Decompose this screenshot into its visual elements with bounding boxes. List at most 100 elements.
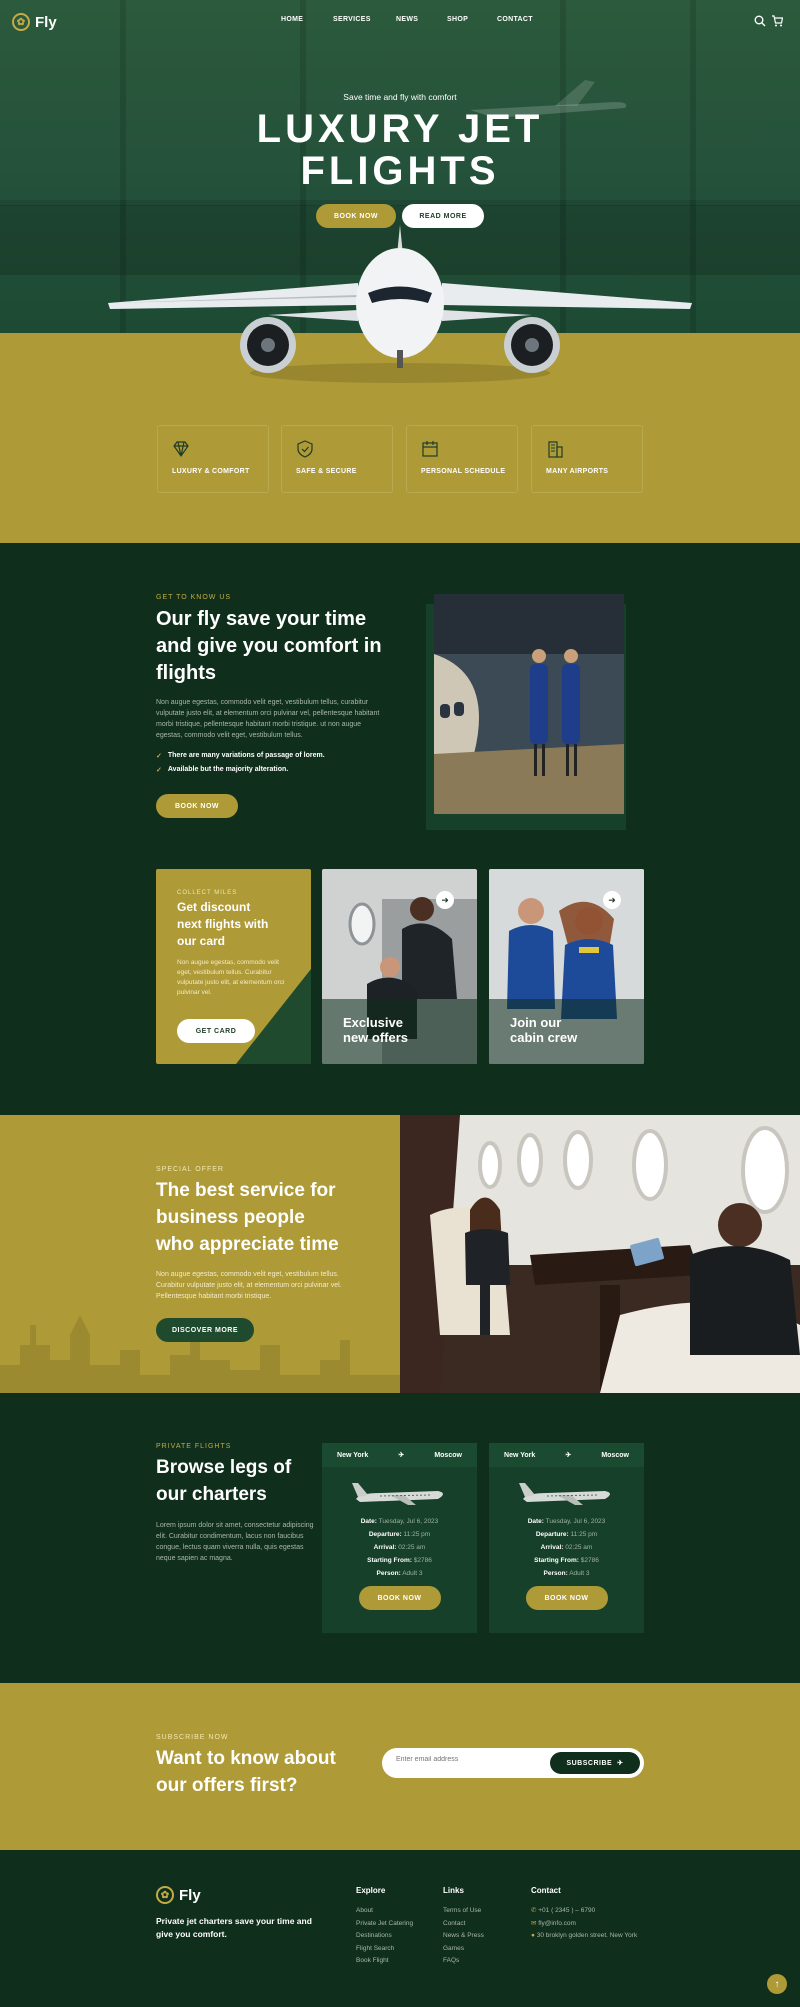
links-title: Links — [443, 1886, 464, 1895]
ticket-price: Starting From: $2786 — [534, 1557, 599, 1564]
ticket-person: Person: Adult 3 — [376, 1570, 423, 1577]
ticket-book-now-button[interactable]: BOOK NOW — [358, 1586, 441, 1610]
contact-title: Contact — [531, 1886, 561, 1895]
miles-title-line2: next flights with — [177, 917, 269, 931]
footer-link[interactable]: FAQs — [443, 1955, 484, 1968]
arrow-right-icon[interactable]: ➜ — [436, 891, 454, 909]
about-title-line3: flights — [156, 662, 216, 684]
subscribe-label: SUBSCRIBE — [566, 1759, 613, 1767]
arrow-right-icon[interactable]: ➜ — [603, 891, 621, 909]
private-title: Browse legs of our charters — [156, 1454, 291, 1508]
special-title-line3: who appreciate time — [156, 1234, 339, 1255]
miles-paragraph: Non augue egestas, commodo velit eget, v… — [177, 959, 285, 997]
feature-safe: SAFE & SECURE — [281, 425, 393, 493]
subscribe-title-line2: our offers first? — [156, 1775, 298, 1796]
nav-shop[interactable]: SHOP — [447, 16, 468, 23]
footer-contact: Contact ✆ +01 ( 2345 ) – 6790 ✉ fly@info… — [531, 1886, 637, 1943]
logo[interactable]: ✿ Fly — [12, 13, 57, 31]
footer-tagline-line1: Private jet charters save your time and — [156, 1916, 312, 1926]
about-title-line2: and give you comfort in — [156, 635, 382, 657]
nav-services[interactable]: SERVICES — [333, 16, 371, 23]
plane-icon: ✈ — [398, 1452, 405, 1459]
special-offer-section — [0, 1115, 800, 1393]
contact-address: ● 30 broklyn golden street. New York — [531, 1932, 638, 1939]
private-eyebrow: PRIVATE FLIGHTS — [156, 1443, 232, 1450]
ticket-date: Date: Tuesday, Jul 6, 2023 — [360, 1518, 439, 1525]
email-input[interactable] — [396, 1756, 536, 1763]
subscribe-button[interactable]: SUBSCRIBE ✈ — [550, 1752, 640, 1774]
about-eyebrow: GET TO KNOW US — [156, 594, 232, 601]
cart-icon[interactable] — [771, 15, 783, 27]
footer-link[interactable]: Contact — [443, 1918, 484, 1931]
offers-line1: Exclusive — [343, 1015, 403, 1030]
private-jet-image — [518, 1483, 610, 1505]
footer-link[interactable]: Games — [443, 1943, 484, 1956]
nav-home[interactable]: HOME — [281, 16, 303, 23]
ticket-route: New York ✈ Moscow — [489, 1443, 644, 1467]
ticket-card: New York ✈ Moscow Date: Tuesday, Jul 6, … — [322, 1443, 477, 1633]
location-icon: ● — [531, 1932, 535, 1939]
about-title-line1: Our fly save your time — [156, 608, 367, 630]
feature-label: LUXURY & COMFORT — [172, 468, 250, 475]
crew-line1: Join our — [510, 1015, 562, 1030]
about-book-now-button[interactable]: BOOK NOW — [156, 794, 238, 818]
footer-link[interactable]: Destinations — [356, 1930, 413, 1943]
offers-card[interactable]: ➜ Exclusive new offers — [322, 869, 477, 1064]
get-card-button[interactable]: GET CARD — [177, 1019, 255, 1043]
nav-contact[interactable]: CONTACT — [497, 16, 533, 23]
contact-phone[interactable]: ✆ +01 ( 2345 ) – 6790 — [531, 1905, 637, 1918]
check-icon: ✓ — [156, 753, 162, 760]
top-nav: ✿ Fly HOME SERVICES NEWS SHOP CONTACT — [0, 0, 800, 44]
subscribe-title: Want to know about our offers first? — [156, 1745, 336, 1799]
footer-logo-text: Fly — [179, 1886, 201, 1904]
crew-card[interactable]: ➜ Join our cabin crew — [489, 869, 644, 1064]
shield-icon — [297, 440, 313, 458]
feature-airports: MANY AIRPORTS — [531, 425, 643, 493]
footer-explore: Explore About Private Jet Catering Desti… — [356, 1886, 413, 1968]
crew-line2: cabin crew — [510, 1030, 578, 1045]
footer-tagline: Private jet charters save your time and … — [156, 1915, 312, 1941]
hero-title: LUXURY JET FLIGHTS — [0, 108, 800, 192]
ticket-from: New York — [504, 1451, 536, 1459]
explore-title: Explore — [356, 1886, 386, 1895]
scroll-top-button[interactable]: ↑ — [767, 1974, 787, 1994]
phone-icon: ✆ — [531, 1907, 537, 1914]
hero-title-line1: LUXURY JET — [256, 107, 544, 151]
contact-email[interactable]: ✉ fly@info.com — [531, 1918, 637, 1931]
feature-luxury: LUXURY & COMFORT — [157, 425, 269, 493]
crew-title: Join our cabin crew — [510, 1015, 577, 1045]
logo-text: Fly — [35, 13, 57, 31]
mail-icon: ✉ — [531, 1919, 537, 1927]
flight-attendants-image — [434, 594, 624, 814]
footer-link[interactable]: Flight Search — [356, 1943, 413, 1956]
footer-link[interactable]: About — [356, 1905, 413, 1918]
check-item: ✓ There are many variations of passage o… — [156, 752, 325, 760]
ticket-arrival: Arrival: 02:25 am — [373, 1544, 426, 1551]
subscribe-eyebrow: SUBSCRIBE NOW — [156, 1734, 229, 1741]
about-paragraph: Non augue egestas, commodo velit eget, v… — [156, 699, 380, 739]
miles-eyebrow: COLLECT MILES — [177, 890, 238, 896]
discover-more-button[interactable]: DISCOVER MORE — [156, 1318, 254, 1342]
search-icon[interactable] — [754, 15, 766, 27]
ticket-card: New York ✈ Moscow Date: Tuesday, Jul 6, … — [489, 1443, 644, 1633]
footer-link[interactable]: Terms of Use — [443, 1905, 484, 1918]
footer-link[interactable]: News & Press — [443, 1930, 484, 1943]
diamond-icon — [173, 441, 189, 458]
ticket-departure: Departure: 11:25 pm — [535, 1531, 598, 1538]
ticket-route: New York ✈ Moscow — [322, 1443, 477, 1467]
offers-title: Exclusive new offers — [343, 1015, 408, 1045]
footer-logo[interactable]: ✿ Fly — [156, 1886, 201, 1904]
plane-icon: ✈ — [565, 1452, 572, 1459]
miles-title: Get discount next flights with our card — [177, 899, 268, 950]
footer-link[interactable]: Private Jet Catering — [356, 1918, 413, 1931]
leaf-icon: ✿ — [12, 13, 30, 31]
footer-link[interactable]: Book Flight — [356, 1955, 413, 1968]
nav-news[interactable]: NEWS — [396, 16, 418, 23]
ticket-book-now-button[interactable]: BOOK NOW — [525, 1586, 608, 1610]
special-title-line1: The best service for — [156, 1180, 336, 1201]
special-paragraph: Non augue egestas, commodo velit eget, v… — [156, 1271, 342, 1300]
ticket-to: Moscow — [601, 1451, 629, 1459]
footer-links: Links Terms of Use Contact News & Press … — [443, 1886, 484, 1968]
check-item: ✓ Available but the majority alteration. — [156, 766, 288, 774]
feature-label: SAFE & SECURE — [296, 468, 357, 475]
